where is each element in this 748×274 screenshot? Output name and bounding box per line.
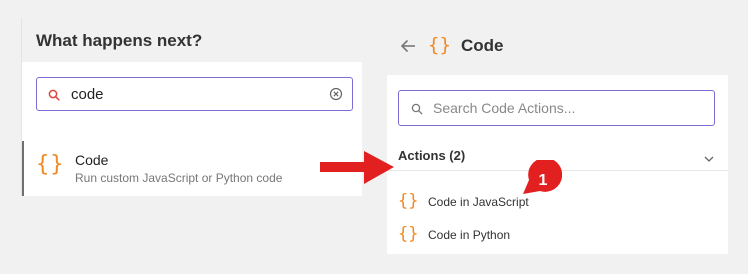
clear-icon[interactable] [329,87,343,106]
badge-number: 1 [539,172,548,189]
result-description: Run custom JavaScript or Python code [75,171,283,185]
section-label: Actions (2) [398,148,466,163]
app-title: Code [461,36,504,55]
code-braces-icon: {} [428,34,451,56]
search-actions-input[interactable] [433,97,703,119]
chevron-down-icon[interactable] [704,150,714,168]
code-braces-icon: {} [398,224,419,244]
search-input[interactable]: code [36,77,353,111]
red-arrow-annotation [320,151,394,184]
search-value: code [71,86,104,103]
action-label: Code in JavaScript [428,195,529,209]
stage: What happens next? code {} Code Run cust… [0,0,748,274]
action-label: Code in Python [428,228,511,242]
action-item-python[interactable]: {} Code in Python [398,224,718,248]
result-title: Code [75,152,109,168]
result-item-code[interactable]: {} Code Run custom JavaScript or Python … [22,141,363,196]
app-header: {} Code [400,34,730,60]
code-braces-icon: {} [398,191,419,211]
search-icon [48,88,60,106]
code-braces-icon: {} [36,152,65,177]
panel-title: What happens next? [22,18,362,62]
step-number-badge: 1 [520,157,563,203]
search-icon [411,102,423,120]
search-actions-field[interactable] [398,90,715,126]
next-step-panel: What happens next? code {} Code Run cust… [21,18,362,196]
back-arrow-icon[interactable] [400,39,416,58]
